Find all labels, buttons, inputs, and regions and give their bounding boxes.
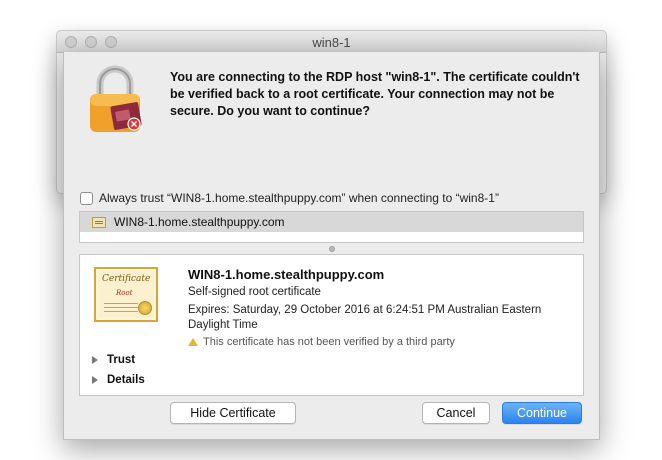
certificate-image-subtitle: Root — [116, 289, 133, 297]
certificate-image-lines — [104, 303, 138, 304]
certificate-small-icon — [92, 216, 106, 228]
certificate-list-item[interactable]: WIN8-1.home.stealthpuppy.com — [80, 212, 583, 232]
trust-disclosure[interactable]: Trust — [92, 354, 135, 366]
always-trust-label[interactable]: Always trust “WIN8-1.home.stealthpuppy.c… — [99, 191, 499, 205]
certificate-type: Self-signed root certificate — [188, 286, 321, 298]
details-disclosure[interactable]: Details — [92, 374, 145, 386]
certificate-seal-icon — [138, 301, 152, 315]
titlebar[interactable]: win8-1 — [57, 31, 606, 53]
hide-certificate-button[interactable]: Hide Certificate — [170, 402, 296, 424]
trust-section-label[interactable]: Trust — [107, 354, 135, 366]
connection-warning-message: You are connecting to the RDP host "win8… — [170, 70, 580, 118]
certificate-list-item-label: WIN8-1.home.stealthpuppy.com — [114, 215, 285, 229]
always-trust-checkbox[interactable] — [80, 191, 93, 205]
always-trust-row[interactable]: Always trust “WIN8-1.home.stealthpuppy.c… — [80, 191, 499, 205]
certificate-warning-text: This certificate has not been verified b… — [203, 336, 455, 348]
certificate-image-title: Certificate — [102, 274, 151, 284]
disclosure-triangle-icon[interactable] — [92, 376, 98, 384]
certificate-warning-row: This certificate has not been verified b… — [188, 336, 455, 348]
certificate-expiry: Expires: Saturday, 29 October 2016 at 6:… — [188, 304, 542, 331]
disclosure-triangle-icon[interactable] — [92, 356, 98, 364]
certificate-name: WIN8-1.home.stealthpuppy.com — [188, 267, 385, 282]
padlock-certificate-icon — [90, 65, 142, 132]
continue-button[interactable]: Continue — [502, 402, 582, 424]
warning-triangle-icon — [188, 338, 198, 346]
certificate-warning-sheet: You are connecting to the RDP host "win8… — [63, 52, 600, 440]
window-title: win8-1 — [312, 35, 351, 50]
details-section-label[interactable]: Details — [107, 374, 145, 386]
certificate-large-icon: Certificate Root — [94, 267, 158, 322]
certificate-list: WIN8-1.home.stealthpuppy.com — [79, 211, 584, 243]
split-view-handle[interactable] — [329, 246, 335, 252]
cancel-button[interactable]: Cancel — [422, 402, 490, 424]
certificate-details-panel: Certificate Root WIN8-1.home.stealthpupp… — [79, 254, 584, 396]
